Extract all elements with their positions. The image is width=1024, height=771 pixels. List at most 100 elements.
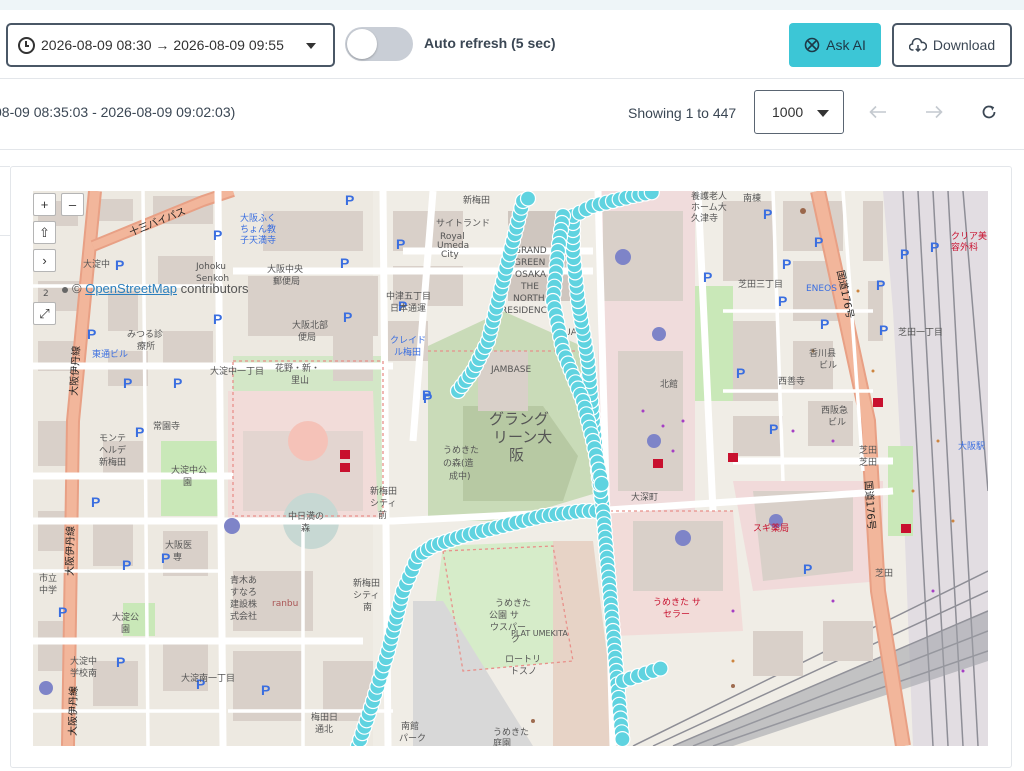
map-label: 大阪駅 [958,440,985,452]
refresh-button[interactable] [977,100,1001,124]
toolbar: 2026-08-09 08:30 → 2026-08-09 09:55 Auto… [0,10,1024,78]
svg-text:P: P [763,206,772,222]
svg-text:P: P [900,246,909,262]
download-label: Download [932,37,996,53]
gps-point [652,660,669,677]
svg-text:P: P [115,257,124,273]
map-label: 養護老人 [691,191,727,202]
chevron-down-icon [306,43,316,49]
ask-ai-label: Ask AI [826,37,866,53]
svg-text:P: P [123,375,132,391]
svg-text:P: P [782,256,791,272]
download-button[interactable]: Download [892,23,1012,67]
map-label: 郵便局 [273,275,300,287]
auto-refresh-toggle[interactable] [345,27,413,61]
map-label: ちょん教 [240,223,276,235]
map-label: うめきた [495,598,531,609]
map-label: ビル [819,360,837,371]
map-label: 芝田 [875,567,893,579]
map-label: 大阪ふく [240,212,276,224]
map-label: 常園寺 [153,420,180,432]
map-label: パーク [399,733,426,744]
map-label: 療所 [137,340,155,352]
map-label: ビル [828,417,846,428]
map-label: 建設株 [230,598,257,610]
osm-link[interactable]: OpenStreetMap [85,281,177,296]
map-label: リーン大 [493,428,552,446]
zoom-out-button[interactable]: – [61,193,84,216]
svg-text:P: P [814,234,823,250]
map-label: 中日満の [288,510,324,522]
time-range-select[interactable]: 2026-08-09 08:30 → 2026-08-09 09:55 [6,23,335,67]
map-label: 花野・新・ [275,362,320,374]
fullscreen-button[interactable]: ⤢ [33,302,56,325]
fullscreen-icon: ⤢ [39,305,50,321]
map-label: スギ薬局 [753,522,789,534]
toggle-knob [347,29,377,59]
svg-text:P: P [876,277,885,293]
svg-text:P: P [213,311,222,327]
map-label: 専 [173,551,182,563]
svg-text:P: P [91,494,100,510]
gps-point [593,475,610,492]
map-label: 芝田一丁目 [898,326,943,338]
map-label: JAMBASE [490,365,531,375]
page-size-select[interactable]: 1000 [754,90,844,134]
page-size-value: 1000 [772,104,804,120]
svg-text:P: P [396,236,405,252]
map-label: 南館 [401,720,419,732]
map-label: 久津寺 [691,212,718,224]
map-label: ヘルデ [99,444,126,456]
map-label: すなろ [230,587,257,598]
map-label: 成中) [449,470,471,482]
svg-text:P: P [820,316,829,332]
map[interactable]: PPPP PPPP PPPP PPPP PPPP PPPP PPPP PPPP … [33,191,988,746]
svg-text:P: P [161,550,170,566]
map-label: 日本通運 [390,302,426,314]
svg-text:P: P [778,293,787,309]
map-label: シティ [370,498,396,509]
map-label: 大淀中 [83,258,110,270]
map-label: 中津五丁目 [386,290,431,302]
map-label: 新梅田 [370,485,397,497]
attribution-toggle-button[interactable]: › [33,249,56,272]
map-label: 南 [363,601,372,613]
map-label: 新梅田 [463,194,490,206]
gps-point [614,731,631,746]
auto-refresh-label: Auto refresh (5 sec) [424,35,556,51]
map-label: 芝田 [859,444,877,456]
map-label: ranbu [272,599,298,609]
map-label: 便局 [298,331,316,343]
svg-text:P: P [345,192,354,208]
map-label: 子天満寺 [240,235,276,246]
svg-text:P: P [135,424,144,440]
map-label: ENEOS [806,284,837,294]
clock-icon [18,36,35,54]
map-label: うめきた [443,445,479,456]
reset-north-button[interactable]: ⇧ [33,221,56,244]
map-label: セラー [663,609,690,620]
map-label: ロートリ [505,655,541,665]
map-label: クリア美 [951,230,987,242]
top-strip [0,0,1024,10]
svg-text:P: P [261,682,270,698]
next-page-button[interactable] [922,100,946,124]
map-label: 市立 [39,572,57,584]
prev-page-button[interactable] [866,100,890,124]
bullet-icon [62,286,68,293]
map-label: うめきた [493,727,529,738]
map-label: 芝田 [859,456,877,468]
map-label: 大阪医 [165,539,192,551]
map-label: 容外科 [951,241,978,253]
ask-ai-button[interactable]: Ask AI [789,23,881,67]
map-label: 森 [301,522,310,534]
map-label: OSAKA [515,270,547,280]
map-label: City [441,250,459,260]
results-bar: 08-09 08:35:03 - 2026-08-09 09:02:03) Sh… [0,79,1024,149]
map-label: 阪 [509,446,524,464]
map-label: サイトランド [436,218,490,229]
map-label: 西阪急 [821,404,848,416]
zoom-in-button[interactable]: + [33,193,56,216]
map-label: 大淀公 [112,611,139,623]
map-label: 園 [183,477,192,488]
